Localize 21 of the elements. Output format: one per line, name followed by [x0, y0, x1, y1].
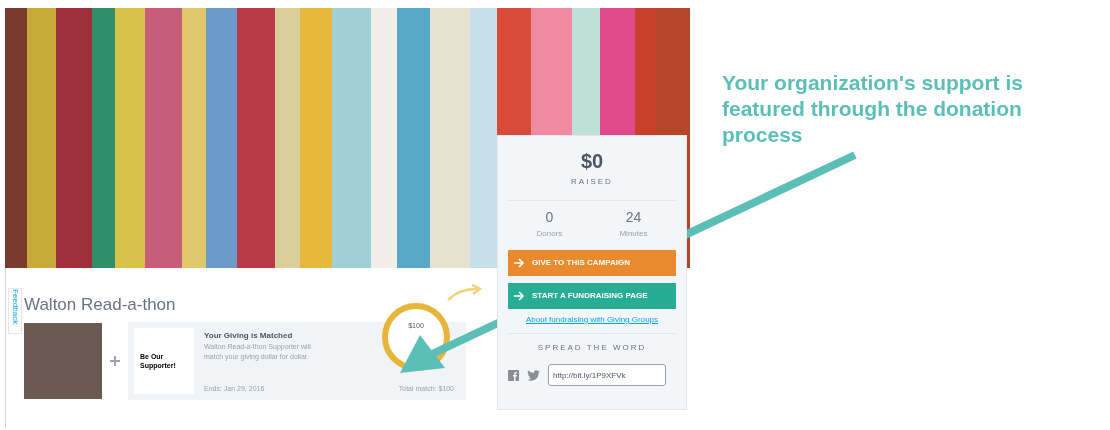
- stat-value: 0: [545, 208, 554, 227]
- campaign-button[interactable]: START A FUNDRAISING PAGE: [508, 283, 676, 309]
- plus-icon: [110, 356, 120, 366]
- arrow-right-icon: [514, 291, 524, 301]
- stat-label: Donors: [536, 228, 563, 240]
- stat-value: 24: [625, 208, 642, 227]
- stat-label: Minutes: [619, 228, 648, 240]
- arrow-right-icon: [514, 258, 524, 268]
- annotation-text: Your organization's support is featured through the donation process: [722, 70, 1024, 148]
- raised-amount: $0: [580, 149, 604, 174]
- campaign-title: Walton Read-a-thon: [24, 294, 176, 316]
- feedback-tab[interactable]: Feedback: [8, 288, 22, 334]
- match-heading: Your Giving is Matched: [204, 330, 294, 342]
- about-link[interactable]: About fundraising with Giving Groups: [525, 314, 659, 326]
- curved-arrow-icon: [446, 284, 482, 302]
- campaign-button[interactable]: GIVE TO THIS CAMPAIGN: [508, 250, 676, 276]
- share-url-field[interactable]: http://bit.ly/1P9XFVk: [548, 364, 666, 386]
- share-heading: SPREAD THE WORD: [537, 342, 647, 354]
- facebook-icon[interactable]: [508, 369, 519, 381]
- bird-icon[interactable]: [527, 369, 540, 381]
- raised-label: RAISED: [571, 176, 613, 188]
